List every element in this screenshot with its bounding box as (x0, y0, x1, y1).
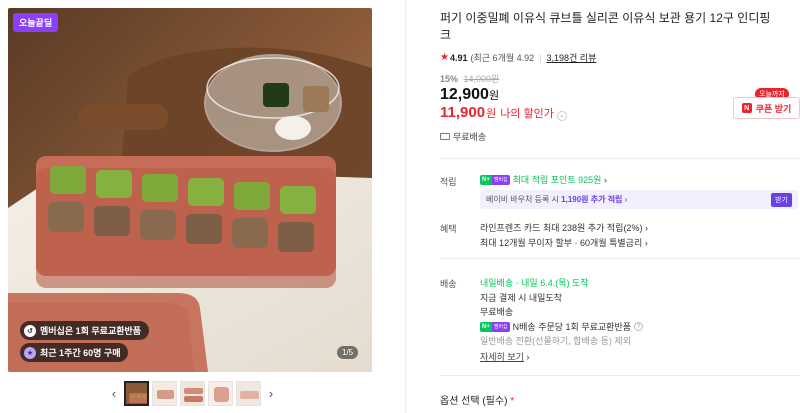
thumbnail-strip: ‹ › (107, 380, 278, 406)
free-shipping-note: 무료배송 (480, 307, 514, 317)
main-product-image[interactable] (8, 8, 372, 372)
option-select-label: 옵션 선택 (필수) * (440, 392, 514, 407)
discount-row: 15% 14,000원 (440, 72, 499, 85)
panel-divider (405, 0, 406, 413)
rating-score: 4.91 (449, 52, 468, 63)
my-price-label: 나의 할인가 (500, 108, 554, 120)
sale-price-unit: 원 (488, 90, 500, 102)
today-deal-badge: 오늘끝딜 (13, 13, 59, 32)
arrival-note: 지금 결제 시 내일도착 (480, 293, 563, 303)
free-return-row: N+ 멤버십 N배송 주문당 1회 무료교환반품 ? (480, 320, 644, 333)
product-title: 퍼기 이중밀폐 이유식 큐브틀 실리콘 이유식 보관 용기 12구 인디핑크 (440, 11, 771, 42)
option-label-text: 옵션 선택 (필수) (440, 396, 508, 407)
image-counter: 1/5 (337, 346, 359, 359)
card-benefit-link[interactable]: 라인프렌즈 카드 최대 238원 추가 적립(2%) › (480, 221, 648, 234)
sale-price: 12,900원 (440, 86, 499, 104)
voucher-promo-amount: 1,190원 추가 적립 (561, 195, 623, 204)
naver-plus-badge: N+ 멤버십 (480, 174, 510, 185)
delivery-exclusion-note: 일반배송 전환(선물하기, 합배송 등) 제외 (480, 336, 631, 346)
rating-recent: (최근 6개월 4.92 (470, 53, 535, 63)
section-divider (440, 375, 800, 376)
thumbnail-3[interactable] (180, 380, 205, 406)
chevron-left-icon: ‹ (111, 385, 117, 401)
my-discount-price[interactable]: 11,900 원 나의 할인가 ⌄ (440, 104, 567, 121)
return-icon: ↺ (24, 324, 36, 337)
voucher-promo-banner[interactable]: 베이비 바우처 등록 시 1,190원 추가 적립 › 받기 (480, 190, 798, 209)
star-icon: ★ (440, 52, 449, 63)
free-return-text: N배송 주문당 1회 무료교환반품 (512, 322, 632, 332)
voucher-promo-prefix: 베이비 바우처 등록 시 (486, 195, 559, 204)
sale-price-value: 12,900 (440, 86, 489, 103)
shipping-row: 무료배송 (440, 130, 486, 143)
thumbnail-1[interactable] (124, 380, 149, 406)
membership-return-text: 멤버십은 1회 무료교환반품 (40, 326, 142, 336)
chevron-down-icon: ⌄ (556, 110, 567, 121)
details-link-text: 자세히 보기 (480, 352, 524, 362)
discount-rate: 15% (440, 74, 459, 84)
product-photo (8, 8, 372, 372)
benefits-section-label: 혜택 (440, 224, 457, 234)
max-points-amount: 925원 (578, 175, 602, 185)
section-divider (440, 258, 800, 259)
rating-row: ★ 4.91 (최근 6개월 4.92 | 3,198건 리뷰 (440, 51, 596, 64)
required-mark: * (510, 396, 515, 407)
naver-n-icon: N (741, 103, 752, 113)
points-section-label: 적립 (440, 177, 457, 187)
my-price-value: 11,900 (440, 104, 486, 121)
my-price-unit: 원 (486, 108, 497, 120)
rating-separator: | (539, 52, 542, 63)
prev-image-button[interactable]: ‹ (107, 380, 121, 406)
tomorrow-delivery-date: · 내일 6.4.(목) 도착 (515, 278, 589, 288)
coupon-area: 오늘까지 N 쿠폰 받기 (733, 88, 800, 121)
thumbnail-4[interactable] (208, 380, 233, 406)
review-count-link[interactable]: 3,198건 리뷰 (546, 51, 596, 64)
shipping-text: 무료배송 (453, 132, 487, 142)
membership-return-pill: ↺ 멤버십은 1회 무료교환반품 (20, 321, 150, 340)
max-points-link[interactable]: N+ 멤버십 최대 적립 포인트 925원 › (480, 173, 607, 186)
recent-purchase-text: 최근 1주간 60명 구매 (40, 348, 121, 358)
section-divider (440, 158, 800, 159)
get-coupon-button[interactable]: N 쿠폰 받기 (733, 97, 800, 119)
installment-benefit-link[interactable]: 최대 12개월 무이자 할부 · 60개월 특별금리 › (480, 236, 648, 249)
thumbnail-2[interactable] (152, 380, 177, 406)
purchase-icon: ★ (24, 346, 36, 359)
chevron-right-icon: › (268, 385, 274, 401)
truck-icon (440, 133, 450, 140)
help-icon[interactable]: ? (634, 322, 644, 331)
max-points-text: 최대 적립 포인트 (512, 175, 576, 185)
voucher-receive-button[interactable]: 받기 (771, 192, 792, 207)
recent-purchase-pill: ★ 최근 1주간 60명 구매 (20, 343, 129, 362)
coupon-label: 쿠폰 받기 (755, 103, 792, 114)
tomorrow-delivery-row: 내일배송 · 내일 6.4.(목) 도착 (480, 276, 589, 289)
thumbnail-5[interactable] (236, 380, 261, 406)
original-price: 14,000원 (463, 74, 500, 84)
delivery-section-label: 배송 (440, 279, 457, 289)
next-image-button[interactable]: › (264, 380, 278, 406)
delivery-details-link[interactable]: 자세히 보기 › (480, 350, 529, 363)
tomorrow-delivery-label: 내일배송 (480, 278, 514, 288)
naver-plus-badge: N+ 멤버십 (480, 321, 510, 332)
